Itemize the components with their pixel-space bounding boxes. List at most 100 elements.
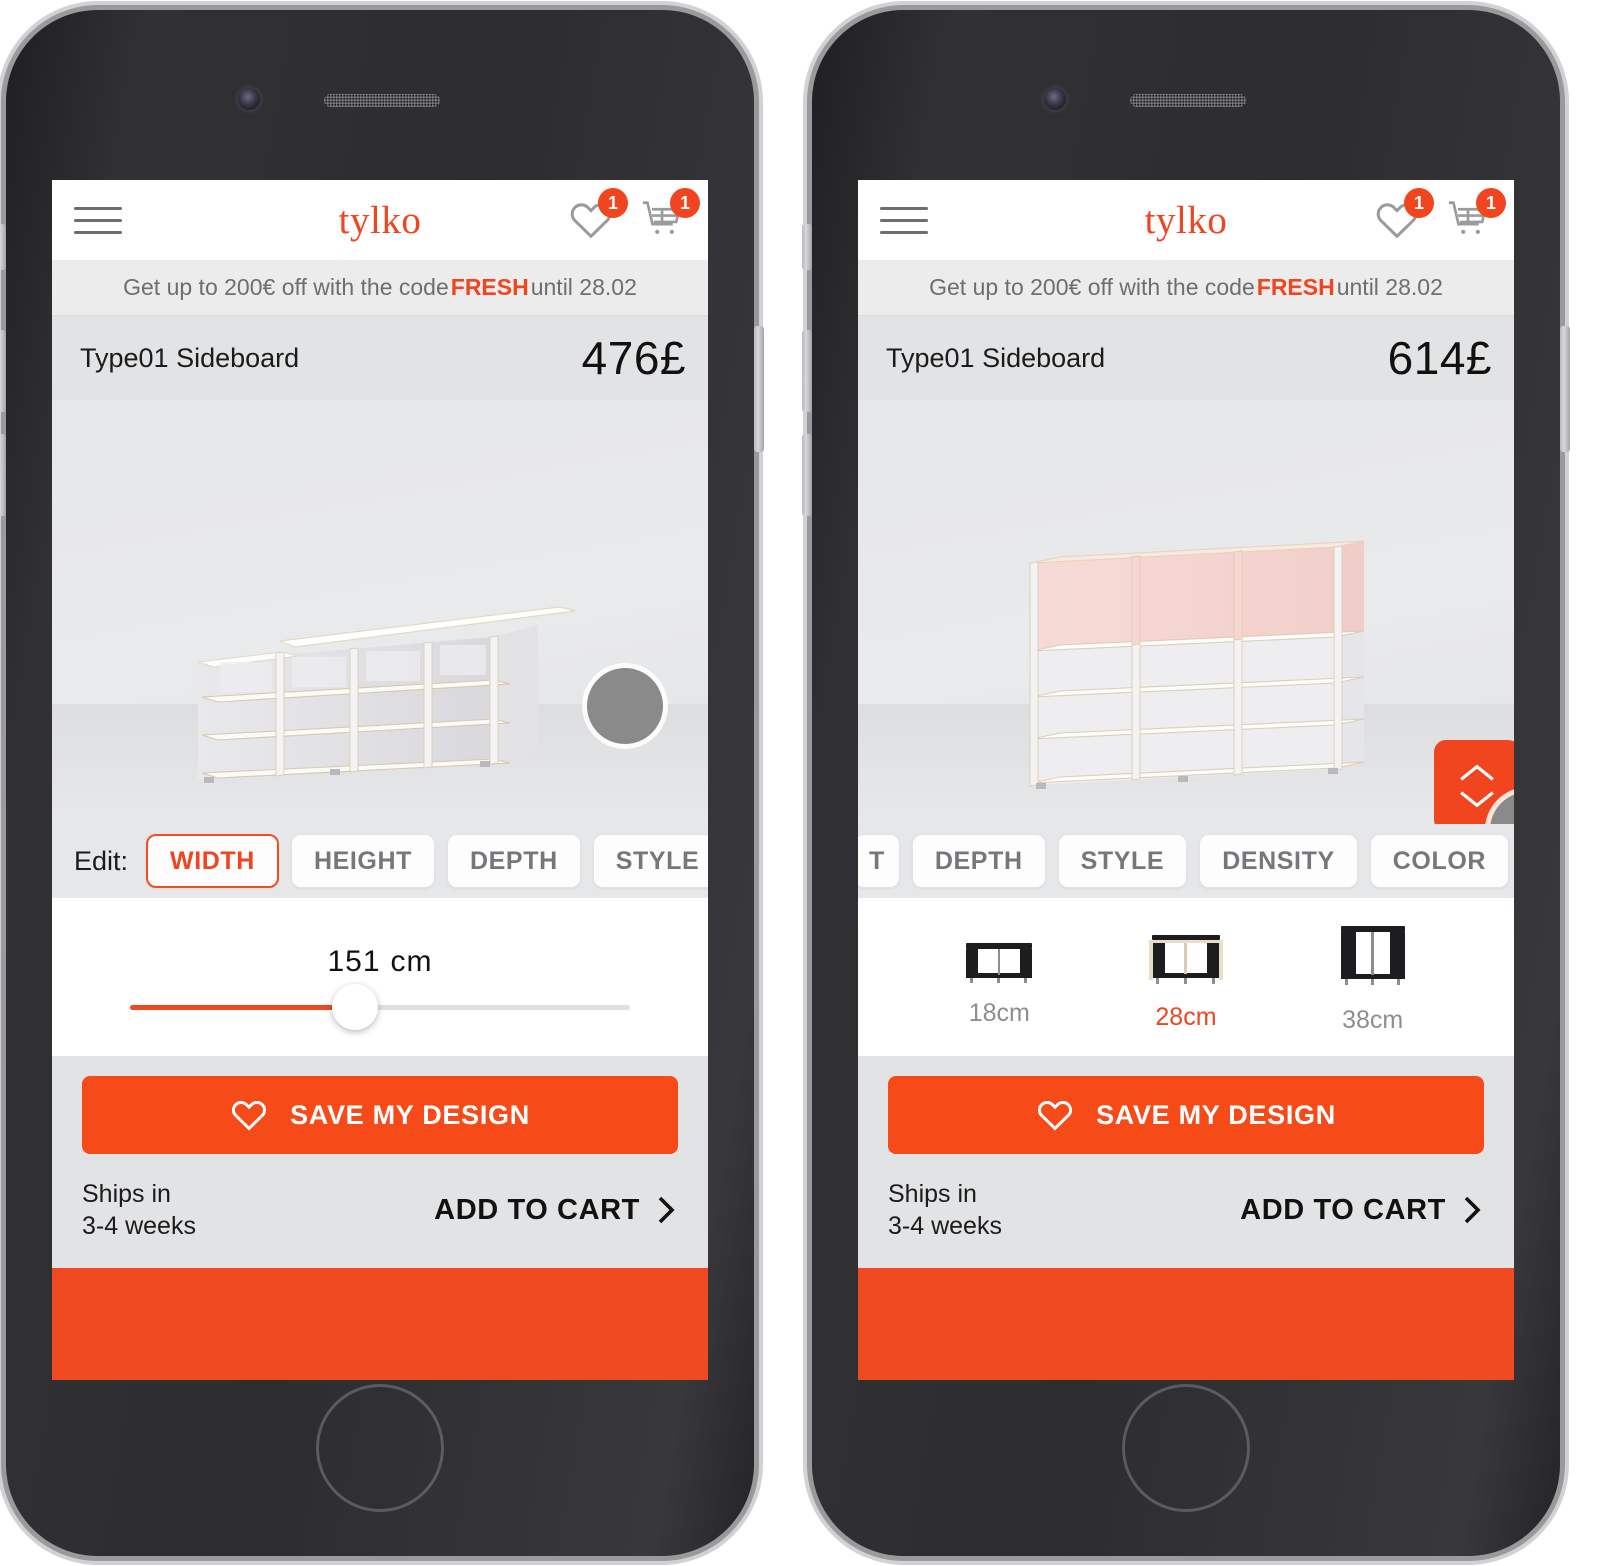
edit-tabs-right[interactable]: T DEPTH STYLE DENSITY COLOR ROWS (858, 824, 1514, 898)
depth-18cm-icon (966, 942, 1033, 983)
cart-button[interactable]: 1 (1446, 188, 1506, 243)
product-price: 476£ (581, 332, 686, 384)
cart-button[interactable]: 1 (640, 188, 700, 243)
navbar-icon-group: 1 1 (1374, 188, 1506, 243)
promo-code: FRESH (450, 274, 529, 300)
phone-screen-right: tylko 1 1 Get up to 200€ off with the co… (858, 180, 1514, 1380)
home-button[interactable] (316, 1384, 444, 1512)
promo-prefix: Get up to 200€ off with the code (929, 274, 1255, 300)
depth-38cm-icon (1340, 925, 1405, 985)
product-name: Type01 Sideboard (886, 342, 1106, 373)
tab-density[interactable]: DENSITY (1199, 834, 1358, 888)
screenshot-stage: tylko 1 1 Get up to 200€ off with the co… (0, 0, 1600, 1566)
silent-switch[interactable] (0, 224, 6, 270)
phone-body: tylko 1 1 Get up to 200€ off with the co… (6, 10, 754, 1556)
depth-option-18cm[interactable]: 18cm (960, 927, 1038, 1028)
volume-up-button[interactable] (0, 330, 6, 412)
save-my-design-button[interactable]: SAVE MY DESIGN (82, 1076, 678, 1154)
power-button[interactable] (754, 326, 764, 452)
promo-prefix: Get up to 200€ off with the code (123, 274, 449, 300)
wishlist-count-badge: 1 (598, 188, 628, 218)
wishlist-button[interactable]: 1 (568, 188, 628, 243)
promo-suffix: until 28.02 (530, 274, 637, 300)
width-slider-panel[interactable]: 151 cm (52, 898, 708, 1056)
tab-height-partial[interactable]: T (858, 834, 900, 888)
home-button[interactable] (1122, 1384, 1250, 1512)
volume-down-button[interactable] (802, 434, 812, 516)
shipping-line1: Ships in (82, 1180, 171, 1208)
add-to-cart-button[interactable]: ADD TO CART (1240, 1194, 1484, 1227)
cart-count-badge: 1 (1476, 188, 1506, 218)
save-design-wrap: SAVE MY DESIGN (52, 1056, 708, 1170)
add-to-cart-label: ADD TO CART (1240, 1193, 1446, 1226)
cart-count-badge: 1 (670, 188, 700, 218)
front-camera-icon (238, 88, 260, 110)
product-viewer-right[interactable] (858, 400, 1514, 824)
tab-style[interactable]: STYLE (592, 834, 708, 888)
wishlist-count-badge: 1 (1404, 188, 1434, 218)
earpiece-speaker (324, 94, 440, 107)
app-navbar: tylko 1 1 (858, 180, 1514, 260)
power-button[interactable] (1560, 326, 1570, 452)
slider-unit: cm (390, 944, 433, 978)
chevron-up-icon (1460, 764, 1494, 781)
depth-28cm-icon (1148, 934, 1223, 984)
bottom-accent-strip (52, 1268, 708, 1380)
tab-depth[interactable]: DEPTH (911, 834, 1046, 888)
save-design-wrap: SAVE MY DESIGN (858, 1056, 1514, 1170)
depth-option-38cm[interactable]: 38cm (1334, 920, 1412, 1035)
slider-fill (130, 1004, 355, 1010)
width-slider[interactable] (130, 984, 630, 1030)
ships-and-cart-bar: Ships in 3-4 weeks ADD TO CART (52, 1170, 708, 1268)
tab-style[interactable]: STYLE (1057, 834, 1188, 888)
volume-down-button[interactable] (0, 434, 6, 516)
promo-banner: Get up to 200€ off with the code FRESH u… (858, 260, 1514, 316)
add-to-cart-button[interactable]: ADD TO CART (434, 1194, 678, 1227)
depth-option-label: 28cm (1155, 1002, 1217, 1031)
slider-value-readout: 151 cm (327, 945, 432, 979)
depth-option-28cm[interactable]: 28cm (1147, 923, 1225, 1032)
hamburger-menu-icon[interactable] (880, 206, 928, 234)
depth-options-panel[interactable]: 18cm 28cm 38cm (858, 898, 1514, 1056)
hamburger-menu-icon[interactable] (74, 206, 122, 234)
shipping-info: Ships in 3-4 weeks (82, 1178, 196, 1242)
front-camera-icon (1044, 88, 1066, 110)
shipping-line2: 3-4 weeks (888, 1212, 1002, 1240)
silent-switch[interactable] (802, 224, 812, 270)
save-my-design-button[interactable]: SAVE MY DESIGN (888, 1076, 1484, 1154)
add-to-cart-label: ADD TO CART (434, 1193, 640, 1226)
phone-device-right: tylko 1 1 Get up to 200€ off with the co… (802, 10, 1570, 1556)
tab-color[interactable]: COLOR (1369, 834, 1510, 888)
tab-height[interactable]: HEIGHT (290, 834, 435, 888)
furniture-render-right (1018, 511, 1378, 806)
depth-option-label: 18cm (968, 998, 1030, 1027)
chevron-down-icon (1460, 791, 1494, 808)
depth-option-label: 38cm (1342, 1005, 1404, 1034)
navbar-icon-group: 1 1 (568, 188, 700, 243)
product-viewer-left[interactable] (52, 400, 708, 824)
product-header: Type01 Sideboard 614£ (858, 316, 1514, 400)
slider-knob[interactable] (332, 984, 378, 1030)
volume-up-button[interactable] (802, 330, 812, 412)
heart-icon (232, 1100, 267, 1131)
tab-width[interactable]: WIDTH (146, 834, 279, 888)
promo-banner: Get up to 200€ off with the code FRESH u… (52, 260, 708, 316)
shipping-line2: 3-4 weeks (82, 1212, 196, 1240)
tab-depth[interactable]: DEPTH (447, 834, 581, 888)
edit-tabs-left[interactable]: Edit: WIDTH HEIGHT DEPTH STYLE DENSITY (52, 824, 708, 898)
heart-icon (1038, 1100, 1073, 1131)
save-button-label: SAVE MY DESIGN (290, 1099, 530, 1130)
phone-screen-left: tylko 1 1 Get up to 200€ off with the co… (52, 180, 708, 1380)
edit-label: Edit: (74, 845, 129, 876)
product-header: Type01 Sideboard 476£ (52, 316, 708, 400)
promo-suffix: until 28.02 (1336, 274, 1443, 300)
chevron-right-icon (1464, 1196, 1481, 1224)
product-name: Type01 Sideboard (80, 342, 300, 373)
chevron-right-icon (658, 1196, 675, 1224)
app-navbar: tylko 1 1 (52, 180, 708, 260)
promo-code: FRESH (1256, 274, 1335, 300)
furniture-render-left (180, 567, 580, 802)
bottom-accent-strip (858, 1268, 1514, 1380)
wishlist-button[interactable]: 1 (1374, 188, 1434, 243)
shipping-info: Ships in 3-4 weeks (888, 1178, 1002, 1242)
